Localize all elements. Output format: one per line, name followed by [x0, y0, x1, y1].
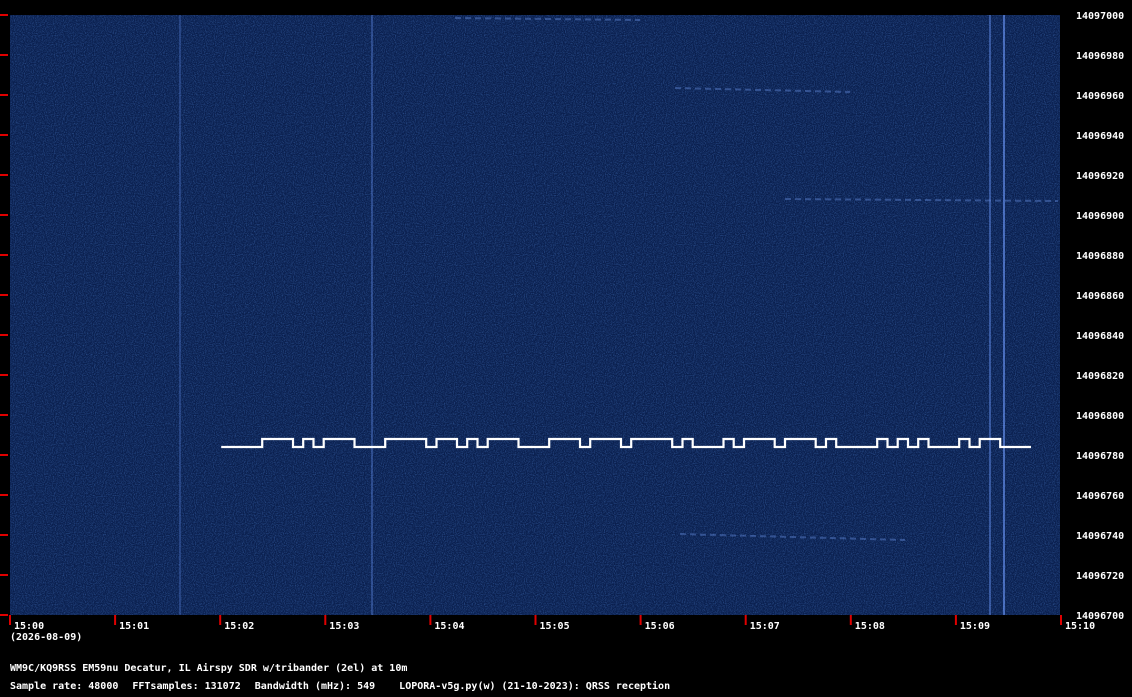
x-tick-label: 15:10	[1065, 621, 1095, 632]
y-tick-label: 14096740	[1076, 531, 1124, 542]
y-tick-label: 14096780	[1076, 451, 1124, 462]
y-tick-label: 14096960	[1076, 91, 1124, 102]
y-tick-label: 14096820	[1076, 371, 1124, 382]
y-tick-label: 14096840	[1076, 331, 1124, 342]
y-tick-label: 14096940	[1076, 131, 1124, 142]
x-tick-label: 15:01	[119, 621, 149, 632]
x-axis-date-label: (2026-08-09)	[10, 632, 83, 643]
sample-rate: Sample rate: 48000	[10, 681, 119, 692]
waterfall-chart: 14097000 14096980 14096960 14096940 14096920…	[0, 11, 1124, 632]
x-tick-label: 15:04	[434, 621, 464, 632]
x-tick-label: 15:08	[855, 621, 885, 632]
y-tick-label: 14096880	[1076, 251, 1124, 262]
x-tick-label: 15:02	[224, 621, 254, 632]
software-info: LOPORA-v5g.py(w) (21-10-2023): QRSS rece…	[399, 681, 671, 692]
x-tick-label: 15:09	[960, 621, 990, 632]
y-tick-label: 14096760	[1076, 491, 1124, 502]
station-info: WM9C/KQ9RSS EM59nu Decatur, IL Airspy SD…	[10, 663, 408, 674]
y-tick-label: 14096720	[1076, 571, 1124, 582]
y-tick-label: 14096800	[1076, 411, 1124, 422]
y-tick-label: 14096920	[1076, 171, 1124, 182]
x-tick-label: 15:06	[645, 621, 675, 632]
x-tick-label: 15:00	[14, 621, 44, 632]
y-tick-label: 14096900	[1076, 211, 1124, 222]
y-tick-label: 14096860	[1076, 291, 1124, 302]
waterfall-noise	[10, 15, 1061, 615]
y-tick-label: 14096980	[1076, 51, 1124, 62]
settings-info: Sample rate: 48000 FFTsamples: 131072 Band…	[10, 681, 684, 692]
x-tick-label: 15:05	[540, 621, 570, 632]
y-tick-label: 14097000	[1076, 11, 1124, 22]
x-axis: 15:00 15:01 15:02 15:03 15:04 15:05 15:06 15:07…	[9, 615, 1095, 632]
fft-samples: FFTsamples: 131072	[132, 681, 241, 692]
x-tick-label: 15:03	[329, 621, 359, 632]
bandwidth: Bandwidth (mHz): 549	[254, 681, 376, 692]
x-tick-label: 15:07	[750, 621, 780, 632]
